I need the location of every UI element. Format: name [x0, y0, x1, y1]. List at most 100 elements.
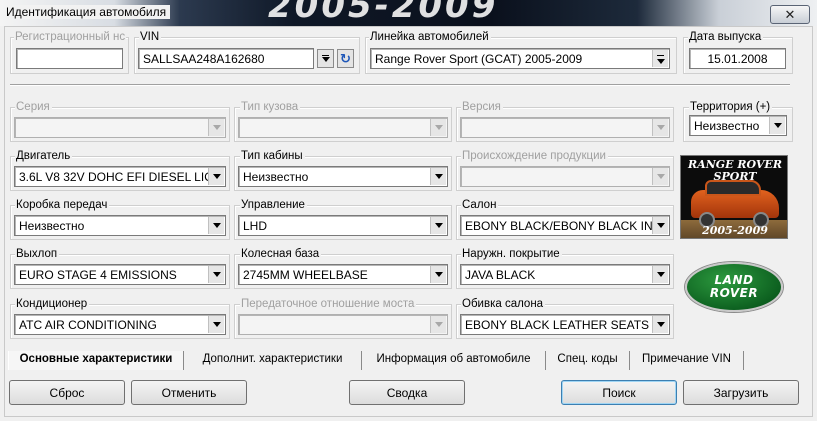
aircon-dropdown-button[interactable] [208, 316, 224, 333]
vin-decode-button[interactable] [317, 49, 334, 68]
engine-dropdown-button[interactable] [208, 168, 224, 185]
body-type-dropdown-button[interactable] [430, 119, 446, 136]
reg-number-label: Регистрационный нс [14, 31, 126, 44]
version-dropdown-button[interactable] [652, 119, 668, 136]
series-label: Серия [15, 101, 52, 114]
gearbox-select[interactable]: Неизвестно [14, 215, 226, 236]
cab-type-select[interactable]: Неизвестно [238, 166, 448, 187]
paint-value: JAVA BLACK [465, 268, 536, 282]
chevron-down-icon [656, 174, 665, 179]
wheelbase-value: 2745MM WHEELBASE [243, 268, 368, 282]
chevron-down-icon [212, 125, 221, 130]
paint-dropdown-button[interactable] [652, 266, 668, 283]
gearbox-value: Неизвестно [19, 219, 85, 233]
exhaust-dropdown-button[interactable] [208, 266, 224, 283]
axle-ratio-label: Передаточное отношение моста [240, 298, 417, 311]
version-select[interactable] [460, 117, 670, 138]
wheelbase-dropdown-button[interactable] [430, 266, 446, 283]
reg-number-input[interactable] [16, 48, 123, 69]
range-rover-sport-logo: RANGE ROVER SPORT 2005-2009 [680, 155, 788, 239]
summary-button[interactable]: Сводка [349, 380, 465, 405]
series-select[interactable] [14, 117, 226, 138]
origin-dropdown-button[interactable] [652, 168, 668, 185]
separator [10, 84, 790, 86]
logo-years: 2005-2009 [702, 224, 768, 237]
axle-ratio-select[interactable] [238, 314, 448, 335]
chevron-down-icon [434, 174, 443, 179]
version-label: Версия [461, 101, 503, 114]
cancel-button[interactable]: Отменить [131, 380, 247, 405]
load-button[interactable]: Загрузить [683, 380, 799, 405]
model-line-label: Линейка автомобилей [369, 31, 491, 44]
logo-line-2: ROVER [709, 286, 759, 300]
tab-vehicle-info[interactable]: Информация об автомобиле [362, 351, 546, 370]
model-line-dropdown-button[interactable] [652, 50, 668, 67]
tab-additional[interactable]: Дополнит. характеристики [184, 351, 362, 370]
upholstery-value: EBONY BLACK LEATHER SEATS [465, 318, 650, 332]
bar-icon [322, 55, 329, 56]
engine-label: Двигатель [15, 150, 73, 163]
tab-strip: Основные характеристики Дополнит. характ… [8, 351, 744, 370]
steering-value: LHD [243, 219, 268, 233]
territory-select[interactable]: Неизвестно [689, 115, 787, 136]
chevron-down-icon [212, 223, 221, 228]
aircon-label: Кондиционер [15, 298, 90, 311]
body-type-label: Тип кузова [240, 101, 301, 114]
territory-value: Неизвестно [694, 119, 760, 133]
paint-label: Наружн. покрытие [461, 248, 562, 261]
chevron-down-icon [773, 123, 782, 128]
bar-icon [657, 55, 664, 56]
territory-label: Территория (+) [689, 101, 773, 114]
paint-select[interactable]: JAVA BLACK [460, 264, 670, 285]
title-watermark: 2005-2009 [268, 0, 499, 26]
close-button[interactable]: ✕ [770, 5, 810, 24]
origin-label: Происхождение продукции [461, 150, 608, 163]
aircon-select[interactable]: ATC AIR CONDITIONING [14, 314, 226, 335]
chevron-down-icon [434, 272, 443, 277]
cab-type-dropdown-button[interactable] [430, 168, 446, 185]
chevron-down-icon [656, 322, 665, 327]
chevron-down-icon [434, 125, 443, 130]
series-dropdown-button[interactable] [208, 119, 224, 136]
interior-dropdown-button[interactable] [652, 217, 668, 234]
search-button[interactable]: Поиск [561, 380, 677, 405]
upholstery-dropdown-button[interactable] [652, 316, 668, 333]
tab-special-codes[interactable]: Спец. коды [546, 351, 630, 370]
gearbox-dropdown-button[interactable] [208, 217, 224, 234]
vin-refresh-button[interactable]: ↻ [337, 49, 354, 68]
axle-ratio-dropdown-button[interactable] [430, 316, 446, 333]
tab-vin-note[interactable]: Примечание VIN [630, 351, 744, 370]
origin-select[interactable] [460, 166, 670, 187]
engine-select[interactable]: 3.6L V8 32V DOHC EFI DIESEL LION [14, 166, 226, 187]
upholstery-label: Обивка салона [461, 298, 546, 311]
tab-main[interactable]: Основные характеристики [8, 351, 184, 370]
vin-label: VIN [139, 31, 162, 44]
body-type-select[interactable] [238, 117, 448, 138]
steering-select[interactable]: LHD [238, 215, 448, 236]
exhaust-select[interactable]: EURO STAGE 4 EMISSIONS [14, 264, 226, 285]
wheelbase-select[interactable]: 2745MM WHEELBASE [238, 264, 448, 285]
vin-input[interactable]: SALLSAA248A162680 [138, 48, 314, 69]
interior-select[interactable]: EBONY BLACK/EBONY BLACK INTER [460, 215, 670, 236]
gearbox-label: Коробка передач [15, 199, 110, 212]
cab-type-value: Неизвестно [243, 170, 309, 184]
engine-value: 3.6L V8 32V DOHC EFI DIESEL LION [19, 170, 223, 184]
refresh-icon: ↻ [340, 51, 351, 66]
exhaust-value: EURO STAGE 4 EMISSIONS [19, 268, 177, 282]
interior-value: EBONY BLACK/EBONY BLACK INTER [465, 219, 670, 233]
chevron-down-icon [656, 223, 665, 228]
reset-button[interactable]: Сброс [9, 380, 125, 405]
release-date-input[interactable]: 15.01.2008 [689, 48, 786, 69]
upholstery-select[interactable]: EBONY BLACK LEATHER SEATS [460, 314, 670, 335]
chevron-down-icon [212, 272, 221, 277]
model-line-value: Range Rover Sport (GCAT) 2005-2009 [375, 52, 583, 66]
wheelbase-label: Колесная база [240, 248, 322, 261]
steering-label: Управление [240, 199, 307, 212]
model-line-select[interactable]: Range Rover Sport (GCAT) 2005-2009 [370, 48, 670, 69]
arrow-down-icon [321, 57, 330, 62]
territory-dropdown-button[interactable] [769, 117, 785, 134]
chevron-down-icon [434, 322, 443, 327]
aircon-value: ATC AIR CONDITIONING [19, 318, 157, 332]
chevron-down-icon [656, 125, 665, 130]
steering-dropdown-button[interactable] [430, 217, 446, 234]
